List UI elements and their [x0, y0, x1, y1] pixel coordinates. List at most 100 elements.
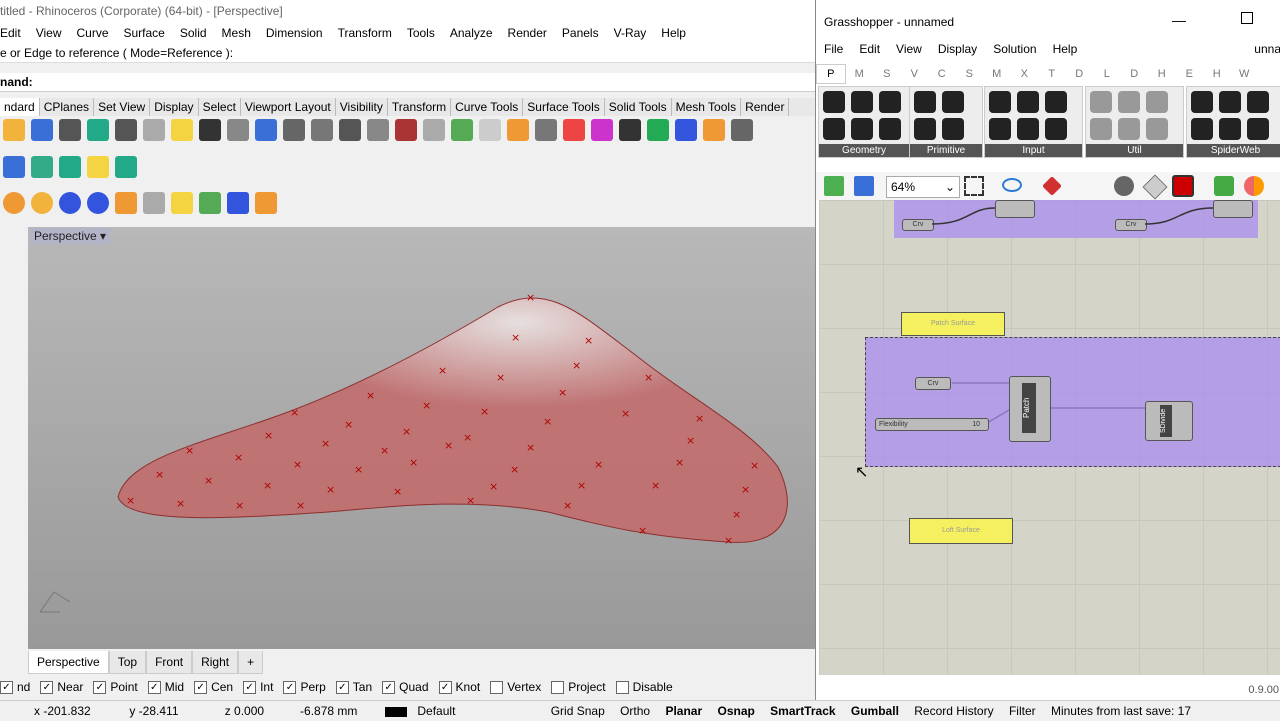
control-point-marker[interactable]: ×	[577, 479, 586, 492]
paste-icon[interactable]	[171, 119, 193, 141]
component-icon[interactable]	[1191, 91, 1213, 113]
component-icon[interactable]	[1219, 91, 1241, 113]
control-point-marker[interactable]: ×	[526, 291, 535, 304]
import-icon[interactable]	[87, 119, 109, 141]
ortho-toggle[interactable]: Ortho	[614, 701, 656, 721]
control-point-marker[interactable]: ×	[380, 444, 389, 457]
help-icon[interactable]	[199, 192, 221, 214]
open-icon[interactable]	[3, 119, 25, 141]
control-point-marker[interactable]: ×	[176, 497, 185, 510]
component-icon[interactable]	[851, 91, 873, 113]
control-point-marker[interactable]: ×	[409, 456, 418, 469]
component-icon[interactable]	[823, 91, 845, 113]
render-icon[interactable]	[703, 119, 725, 141]
color-icon[interactable]	[647, 119, 669, 141]
gh-canvas[interactable]: Crv Crv Patch Surface Crv Flexibility 10 …	[819, 200, 1280, 675]
view-tab-right[interactable]: Right	[192, 651, 239, 674]
gh-category-tab-7[interactable]: X	[1011, 65, 1039, 83]
component-icon[interactable]	[1247, 118, 1269, 140]
control-point-marker[interactable]: ×	[235, 499, 244, 512]
sketch-icon[interactable]	[1042, 176, 1062, 196]
control-point-marker[interactable]: ×	[290, 406, 299, 419]
component-icon[interactable]	[1219, 118, 1241, 140]
control-point-marker[interactable]: ×	[594, 458, 603, 471]
gh-category-tab-9[interactable]: D	[1066, 65, 1094, 83]
component-icon[interactable]	[1017, 118, 1039, 140]
toolbar-tab-2[interactable]: Set View	[94, 98, 151, 116]
control-point-marker[interactable]: ×	[155, 468, 164, 481]
osnap-checkbox[interactable]: ✓	[40, 681, 54, 695]
circle-icon[interactable]	[507, 119, 529, 141]
minimize-icon[interactable]: —	[1172, 12, 1186, 28]
gh-menu-view[interactable]: View	[896, 42, 922, 56]
component-icon[interactable]	[1090, 118, 1112, 140]
gh-category-tab-5[interactable]: S	[956, 65, 984, 83]
bake-icon[interactable]	[1214, 176, 1234, 196]
control-point-marker[interactable]: ×	[675, 456, 684, 469]
osnap-toggle[interactable]: Osnap	[711, 701, 760, 721]
toolbar-tab-8[interactable]: Curve Tools	[451, 98, 524, 116]
control-point-marker[interactable]: ×	[438, 364, 447, 377]
rotate-icon[interactable]	[395, 119, 417, 141]
toolbar-tab-1[interactable]: CPlanes	[40, 98, 95, 116]
toolbar-tab-5[interactable]: Viewport Layout	[241, 98, 336, 116]
component-icon[interactable]	[1146, 91, 1168, 113]
gh-panel-label[interactable]: Util	[1086, 144, 1183, 157]
box-icon[interactable]	[31, 156, 53, 178]
control-point-marker[interactable]: ×	[638, 524, 647, 537]
gh-menu-solution[interactable]: Solution	[993, 42, 1036, 56]
component-icon[interactable]	[942, 118, 964, 140]
material-icon[interactable]	[619, 119, 641, 141]
grid-icon[interactable]	[423, 119, 445, 141]
menu-render[interactable]: Render	[508, 26, 547, 40]
zoom-selected-icon[interactable]	[367, 119, 389, 141]
control-point-marker[interactable]: ×	[354, 463, 363, 476]
control-point-marker[interactable]: ×	[480, 405, 489, 418]
osnap-checkbox[interactable]: ✓	[382, 681, 396, 695]
osnap-disable[interactable]: Disable	[615, 677, 673, 697]
component-icon[interactable]	[1045, 91, 1067, 113]
menu-help[interactable]: Help	[661, 26, 686, 40]
component-icon[interactable]	[1045, 118, 1067, 140]
gh-menu-help[interactable]: Help	[1053, 42, 1078, 56]
settings-icon[interactable]	[731, 119, 753, 141]
light-icon[interactable]	[563, 119, 585, 141]
zoom-select[interactable]: 64% ⌄	[886, 176, 960, 198]
osnap-perp[interactable]: ✓ Perp	[283, 677, 326, 697]
osnap-checkbox[interactable]	[490, 681, 504, 695]
save-file-icon[interactable]	[854, 176, 874, 196]
sdivide-component[interactable]: SDivide	[1145, 401, 1193, 441]
control-point-marker[interactable]: ×	[724, 534, 733, 547]
gh-category-tab-10[interactable]: L	[1093, 65, 1121, 83]
target-icon[interactable]	[227, 192, 249, 214]
osnap-checkbox[interactable]: ✓	[0, 681, 13, 695]
render-icon[interactable]	[3, 192, 25, 214]
gh-panel-label[interactable]: Input	[985, 144, 1082, 157]
cut-icon[interactable]	[115, 119, 137, 141]
control-point-marker[interactable]: ×	[466, 494, 475, 507]
planar-toggle[interactable]: Planar	[659, 701, 708, 721]
gh-category-tab-0[interactable]: P	[816, 64, 846, 84]
gh-panel-label[interactable]: Geometry	[819, 144, 909, 157]
gh-menu-file[interactable]: File	[824, 42, 843, 56]
maximize-icon[interactable]	[1241, 12, 1253, 24]
osnap-int[interactable]: ✓ Int	[243, 677, 273, 697]
control-point-marker[interactable]: ×	[463, 431, 472, 444]
osnap-near[interactable]: ✓ Near	[40, 677, 83, 697]
toolbar-tab-9[interactable]: Surface Tools	[523, 98, 605, 116]
control-point-marker[interactable]: ×	[511, 331, 520, 344]
gh-category-tab-1[interactable]: M	[846, 65, 874, 83]
menu-panels[interactable]: Panels	[562, 26, 599, 40]
control-point-marker[interactable]: ×	[732, 508, 741, 521]
menu-view[interactable]: View	[36, 26, 62, 40]
gh-category-tab-12[interactable]: H	[1148, 65, 1176, 83]
control-point-marker[interactable]: ×	[204, 474, 213, 487]
smarttrack-toggle[interactable]: SmartTrack	[764, 701, 841, 721]
lock-icon[interactable]	[591, 119, 613, 141]
view-tab-plus[interactable]: +	[238, 651, 264, 674]
patch-surface-panel[interactable]: Patch Surface	[901, 312, 1005, 336]
component-icon[interactable]	[942, 91, 964, 113]
surface-canvas[interactable]: × × × × × × × × × × × × × × × × × × × × × × × × × × × × × × × × × × × × × × × ×…	[28, 227, 815, 649]
component-icon[interactable]	[879, 91, 901, 113]
osnap-cen[interactable]: ✓ Cen	[194, 677, 233, 697]
